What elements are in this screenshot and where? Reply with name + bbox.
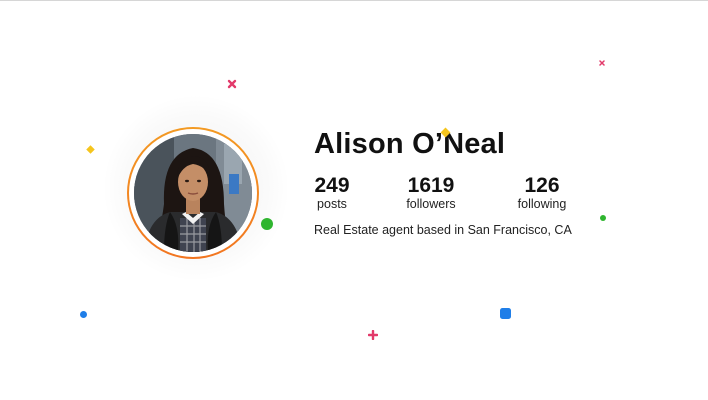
profile-name: Alison O’Neal bbox=[314, 128, 506, 160]
stat-following[interactable]: 126 following bbox=[513, 175, 571, 212]
confetti-blue-dot-icon bbox=[80, 311, 87, 318]
profile-photo-illustration bbox=[134, 134, 252, 252]
confetti-dot-icon bbox=[261, 218, 273, 230]
avatar-frame bbox=[129, 129, 257, 257]
confetti-diamond-icon bbox=[86, 145, 95, 154]
posts-count: 249 bbox=[314, 174, 350, 197]
profile-photo bbox=[134, 134, 252, 252]
avatar[interactable] bbox=[127, 127, 259, 259]
followers-count: 1619 bbox=[407, 174, 455, 197]
stat-followers[interactable]: 1619 followers bbox=[400, 175, 462, 212]
stat-posts[interactable]: 249 posts bbox=[312, 175, 352, 212]
followers-label: followers bbox=[406, 197, 456, 211]
following-count: 126 bbox=[524, 174, 560, 197]
confetti-plus-icon bbox=[368, 330, 378, 340]
profile-bio: Real Estate agent based in San Francisco… bbox=[314, 223, 572, 237]
confetti-diamond-large-icon bbox=[440, 127, 451, 138]
confetti-dot-small-icon bbox=[600, 215, 606, 221]
top-divider bbox=[0, 0, 708, 1]
confetti-cross-small-icon bbox=[599, 60, 605, 66]
confetti-square-icon bbox=[500, 308, 511, 319]
confetti-cross-icon bbox=[227, 79, 237, 89]
following-label: following bbox=[517, 197, 567, 211]
posts-label: posts bbox=[317, 197, 347, 211]
